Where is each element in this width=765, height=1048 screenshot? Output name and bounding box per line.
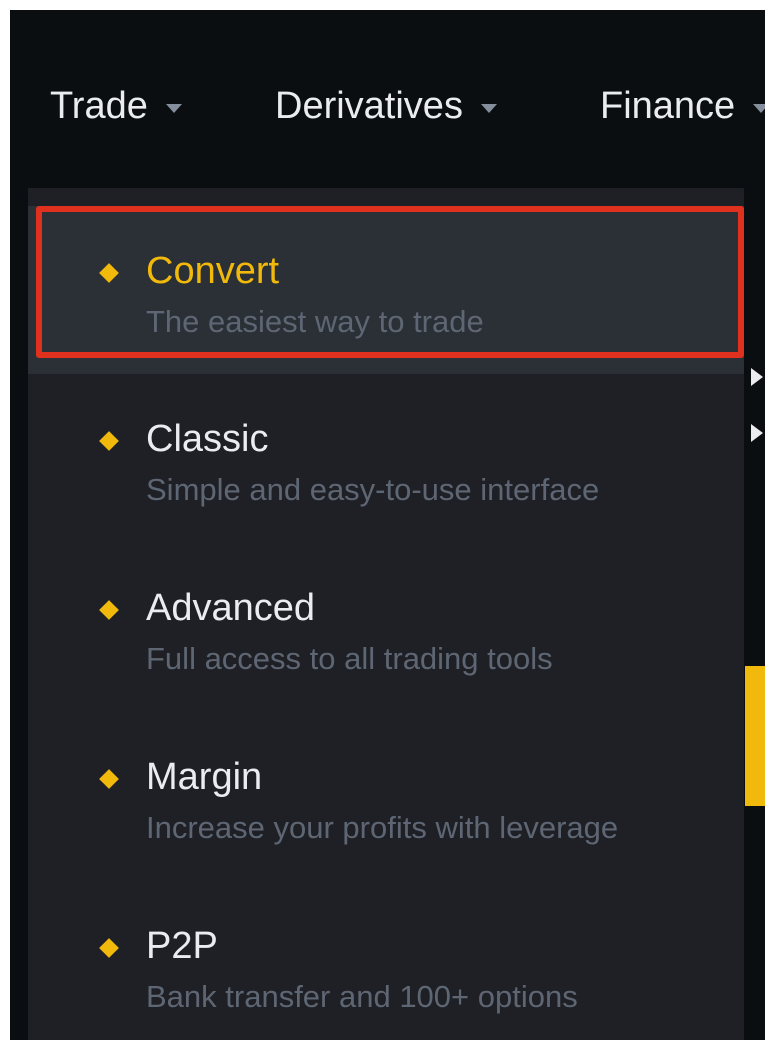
nav-item-derivatives[interactable]: Derivatives (275, 82, 497, 130)
menu-item-advanced[interactable]: Advanced Full access to all trading tool… (28, 543, 744, 711)
menu-item-classic[interactable]: Classic Simple and easy-to-use interface (28, 374, 744, 542)
nav-item-trade[interactable]: Trade (50, 82, 182, 130)
nav-item-finance[interactable]: Finance (600, 82, 765, 130)
caret-down-icon (753, 103, 765, 113)
caret-down-icon (480, 103, 497, 113)
nav-item-label: Finance (600, 84, 736, 127)
menu-item-title: Classic (146, 418, 269, 460)
diamond-icon (99, 938, 119, 958)
menu-item-description: Simple and easy-to-use interface (146, 472, 600, 507)
nav-item-label: Derivatives (275, 84, 463, 127)
menu-item-convert[interactable]: Convert The easiest way to trade (28, 206, 744, 374)
menu-item-title: Advanced (146, 587, 316, 629)
diamond-icon (99, 431, 119, 451)
diamond-icon (99, 263, 119, 283)
menu-item-description: Increase your profits with leverage (146, 810, 619, 845)
trade-dropdown-menu: Convert The easiest way to trade Classic… (28, 188, 744, 1040)
menu-item-title: Margin (146, 756, 263, 798)
background-button (745, 666, 765, 806)
menu-item-description: Bank transfer and 100+ options (146, 979, 578, 1014)
caret-down-icon (165, 103, 182, 113)
menu-item-margin[interactable]: Margin Increase your profits with levera… (28, 712, 744, 880)
menu-item-p2p[interactable]: P2P Bank transfer and 100+ options (28, 881, 744, 1040)
app-screen: Trade Derivatives Finance Convert The ea… (10, 10, 765, 1040)
menu-item-description: Full access to all trading tools (146, 641, 553, 676)
menu-item-title: Convert (146, 250, 280, 292)
diamond-icon (99, 769, 119, 789)
background-arrow-icon (751, 424, 763, 442)
nav-item-label: Trade (50, 84, 148, 127)
menu-item-description: The easiest way to trade (146, 304, 484, 339)
diamond-icon (99, 600, 119, 620)
menu-item-title: P2P (146, 925, 218, 967)
background-arrow-icon (751, 368, 763, 386)
